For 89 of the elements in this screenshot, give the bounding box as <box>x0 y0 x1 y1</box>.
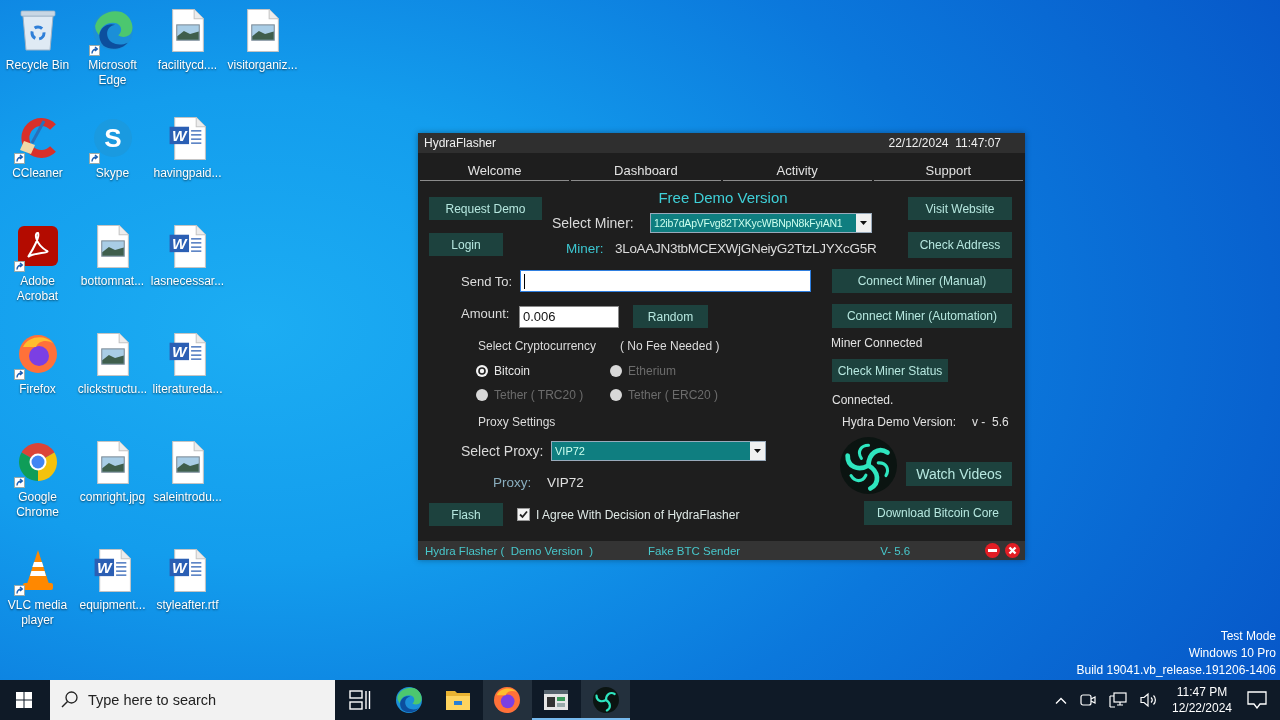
close-icon[interactable] <box>1005 543 1020 558</box>
folder-icon <box>446 690 471 710</box>
version-value: v - 5.6 <box>972 414 1009 430</box>
search-icon <box>61 691 78 708</box>
acrobat-icon[interactable] <box>17 226 58 266</box>
amount-field[interactable]: 0.006 <box>519 306 619 328</box>
image-file-icon[interactable] <box>246 8 279 52</box>
windows-logo-icon <box>16 692 32 708</box>
section-label: Select Cryptocurrency <box>478 338 598 354</box>
request-demo-button[interactable]: Request Demo <box>429 197 542 220</box>
version-label: Hydra Demo Version: <box>842 414 958 430</box>
checkbox-checked-icon[interactable] <box>517 508 530 521</box>
checkbox-label[interactable]: I Agree With Decision of HydraFlasher <box>536 507 740 522</box>
field-label: Miner: <box>566 240 605 256</box>
field-label: Proxy: <box>493 474 533 490</box>
connect-manual-button[interactable]: Connect Miner (Manual) <box>832 269 1012 293</box>
ccleaner-icon[interactable] <box>17 117 58 159</box>
tab[interactable]: Activity <box>722 153 872 181</box>
task-view-icon <box>348 690 371 710</box>
login-button[interactable]: Login <box>429 233 503 256</box>
swirl-logo-icon <box>840 437 897 494</box>
fee-note: ( No Fee Needed ) <box>620 338 720 354</box>
connect-automation-button[interactable]: Connect Miner (Automation) <box>832 304 1012 328</box>
minimize-icon[interactable] <box>985 543 1000 558</box>
volume-icon[interactable] <box>1140 692 1158 708</box>
banner-text: Free Demo Version <box>658 189 788 207</box>
traffic-cone-icon[interactable] <box>22 549 53 591</box>
send-to-field[interactable] <box>520 270 811 292</box>
check-address-button[interactable]: Check Address <box>908 232 1012 258</box>
miner-address: 3LoAAJN3tbMCEXWjGNeiyG2TtzLJYXcG5R <box>615 240 877 256</box>
firefox-icon[interactable] <box>18 335 57 373</box>
image-file-icon[interactable] <box>96 224 129 268</box>
visit-website-button[interactable]: Visit Website <box>908 197 1012 220</box>
desktop-icon-label[interactable]: VLC media player <box>0 598 75 628</box>
camera-icon[interactable] <box>1080 692 1096 708</box>
app-window-icon <box>544 690 569 710</box>
chrome-icon[interactable] <box>18 443 57 481</box>
edge-icon <box>395 687 422 713</box>
section-label: Proxy Settings <box>478 414 556 430</box>
taskbar-search-field[interactable]: Type here to search <box>50 680 335 720</box>
swirl-logo-icon <box>592 687 619 713</box>
taskbar-button[interactable] <box>482 680 532 720</box>
radio-selected-icon[interactable] <box>476 365 488 377</box>
check-status-button[interactable]: Check Miner Status <box>832 359 948 382</box>
window-title: HydraFlasher <box>424 136 497 150</box>
status-version: V- 5.6 <box>880 544 911 557</box>
desktop-icon-label[interactable]: Recycle Bin <box>5 58 70 73</box>
radio-label[interactable]: Bitcoin <box>494 364 531 378</box>
system-notice-text: Build 19041.vb_release.191206-1406 <box>1076 662 1276 679</box>
field-label: Send To: <box>461 273 514 289</box>
tab[interactable]: Support <box>873 153 1023 181</box>
miner-status-text: Miner Connected <box>831 335 923 351</box>
window-clock: 22/12/2024 11:47:07 <box>888 136 1001 150</box>
download-button[interactable]: Download Bitcoin Core <box>864 501 1012 525</box>
field-label: Select Proxy: <box>461 443 545 459</box>
status-text: Hydra Flasher ( Demo Version ) <box>425 544 594 557</box>
tab[interactable]: Welcome <box>420 153 570 181</box>
miner-dropdown[interactable]: 12ib7dApVFvg82TXKycWBNpN8kFyiAN1 <box>650 213 872 233</box>
flash-button[interactable]: Flash <box>429 503 503 526</box>
image-file-icon[interactable] <box>96 332 129 376</box>
desktop-icon-label[interactable]: facilitycd.... <box>157 58 218 73</box>
tab[interactable]: Dashboard <box>571 153 721 181</box>
field-label: Amount: <box>461 305 511 322</box>
notification-icon[interactable] <box>1247 691 1267 709</box>
edge-icon[interactable] <box>92 10 133 50</box>
connection-text: Connected. <box>832 392 894 408</box>
random-button[interactable]: Random <box>633 305 708 328</box>
desktop-icon-label[interactable]: Microsoft Edge <box>75 58 150 88</box>
chevron-up-icon[interactable] <box>1055 696 1067 704</box>
watch-videos-button[interactable]: Watch Videos <box>906 462 1012 486</box>
recycle-bin-icon[interactable] <box>19 9 56 51</box>
firefox-icon <box>494 687 521 713</box>
field-label: Select Miner: <box>552 215 635 231</box>
system-notice-text: Windows 10 Pro <box>1188 645 1276 662</box>
image-file-icon[interactable] <box>96 440 129 484</box>
taskbar-button[interactable] <box>581 680 631 720</box>
system-notice-text: Test Mode <box>1220 628 1276 645</box>
status-text: Fake BTC Sender <box>648 544 741 557</box>
skype-icon[interactable]: S <box>93 119 132 157</box>
proxy-dropdown[interactable]: VIP72 <box>551 441 766 461</box>
desktop-icon-label[interactable]: styleafter.rtf <box>156 598 219 613</box>
text-cursor <box>524 273 525 289</box>
desktop-icon-label[interactable]: equipment... <box>79 598 146 613</box>
proxy-value: VIP72 <box>547 474 584 490</box>
image-file-icon[interactable] <box>171 8 204 52</box>
network-icon[interactable] <box>1109 692 1127 708</box>
image-file-icon[interactable] <box>171 440 204 484</box>
taskbar-date[interactable]: 12/22/2024 <box>1171 700 1233 716</box>
taskbar-time[interactable]: 11:47 PM <box>1176 684 1228 700</box>
